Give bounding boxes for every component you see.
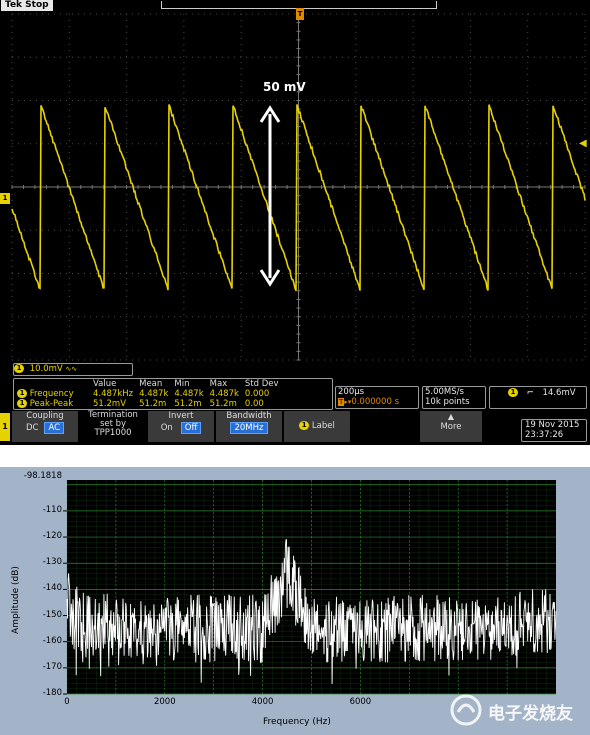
meas-header-value: Value bbox=[90, 380, 136, 389]
fft-y-tick-label: -160 bbox=[2, 636, 62, 646]
meas-min: 51.2m bbox=[171, 399, 206, 409]
measurement-row: 1 Frequency 4.487kHz 4.487k 4.487k 4.487… bbox=[14, 389, 282, 399]
channel-1-badge: 1 bbox=[14, 364, 24, 373]
fft-y-tick-label: -170 bbox=[2, 662, 62, 672]
meas-header-stddev: Std Dev bbox=[242, 380, 282, 389]
termination-line-3: TPP1000 bbox=[80, 429, 146, 438]
more-label: More bbox=[420, 422, 482, 433]
channel-1-badge: 1 bbox=[299, 421, 309, 430]
meas-value: 51.2mV bbox=[90, 399, 136, 409]
date: 19 Nov 2015 bbox=[525, 420, 586, 430]
measurement-row: 1 Peak-Peak 51.2mV 51.2m 51.2m 51.2m 0.0… bbox=[14, 399, 282, 409]
meas-header-min: Min bbox=[171, 380, 206, 389]
meas-header-max: Max bbox=[207, 380, 242, 389]
coupling-softkey[interactable]: Coupling DC AC bbox=[12, 411, 78, 442]
coupling-ac[interactable]: AC bbox=[44, 422, 64, 434]
meas-mean: 4.487k bbox=[136, 389, 171, 399]
date-time-readout: 19 Nov 2015 23:37:26 bbox=[521, 419, 587, 442]
fft-y-tick-label: -180 bbox=[2, 688, 62, 698]
measurement-panel[interactable]: Value Mean Min Max Std Dev 1 Frequency 4… bbox=[13, 378, 333, 410]
bandwidth-value[interactable]: 20MHz bbox=[230, 422, 267, 434]
coupling-title: Coupling bbox=[12, 411, 78, 422]
channel-1-badge: 1 bbox=[17, 389, 27, 398]
coupling-dc[interactable]: DC bbox=[26, 423, 38, 433]
bandwidth-title: Bandwidth bbox=[216, 411, 282, 422]
fft-y-tick-label: -110 bbox=[2, 505, 62, 515]
invert-off[interactable]: Off bbox=[181, 422, 202, 434]
bandwidth-softkey[interactable]: Bandwidth 20MHz bbox=[216, 411, 282, 442]
meas-mean: 51.2m bbox=[136, 399, 171, 409]
acquisition-status: Tek Stop bbox=[1, 0, 53, 11]
meas-value: 4.487kHz bbox=[90, 389, 136, 399]
timebase-value: 200µs bbox=[338, 387, 418, 397]
sample-rate: 5.00MS/s bbox=[425, 387, 485, 397]
fft-x-tick-label: 0 bbox=[64, 697, 69, 707]
invert-on[interactable]: On bbox=[161, 423, 173, 433]
peak-to-peak-annotation: 50 mV bbox=[263, 80, 306, 94]
invert-softkey[interactable]: Invert On Off bbox=[148, 411, 214, 442]
fft-y-tick-label: -120 bbox=[2, 531, 62, 541]
fft-x-tick-label: 2000 bbox=[154, 697, 176, 707]
meas-std: 0.000 bbox=[242, 389, 282, 399]
meas-std: 0.00 bbox=[242, 399, 282, 409]
channel-scale-value: 10.0mV bbox=[30, 364, 63, 374]
channel-1-ground-marker[interactable]: 1 bbox=[0, 193, 10, 204]
channel-1-badge: 1 bbox=[508, 388, 518, 397]
ac-coupling-icon: ∿∿ bbox=[65, 365, 77, 373]
trigger-level-arrow[interactable]: ◀ bbox=[579, 138, 587, 149]
oscilloscope-screen: Tek Stop T 1 ◀ 50 mV 1 10.0mV ∿∿ Value M… bbox=[0, 0, 590, 445]
meas-max: 4.487k bbox=[207, 389, 242, 399]
watermark-text: 电子发烧友 bbox=[488, 699, 573, 724]
trigger-position-value: 0.000000 s bbox=[351, 397, 399, 407]
fft-y-top-label[interactable]: -98.1818 bbox=[2, 471, 62, 481]
fft-y-tick-label: -140 bbox=[2, 583, 62, 593]
more-up-icon: ▲ bbox=[420, 411, 482, 422]
trigger-level: 14.6mV bbox=[543, 388, 576, 398]
fft-x-axis-label: Frequency (Hz) bbox=[263, 717, 331, 727]
meas-name: Peak-Peak bbox=[30, 399, 73, 409]
watermark-logo: 电子发烧友 bbox=[448, 690, 588, 730]
trigger-position-marker[interactable]: T bbox=[296, 8, 304, 20]
fft-y-tick-label: -130 bbox=[2, 557, 62, 567]
channel-1-menu-tab[interactable]: 1 bbox=[0, 413, 10, 441]
meas-max: 51.2m bbox=[207, 399, 242, 409]
record-length: 10k points bbox=[425, 397, 485, 407]
fft-y-tick-label: -150 bbox=[2, 610, 62, 620]
meas-name: Frequency bbox=[30, 389, 74, 399]
meas-min: 4.487k bbox=[171, 389, 206, 399]
more-softkey[interactable]: ▲ More bbox=[420, 411, 482, 442]
acquisition-readout[interactable]: 5.00MS/s 10k points bbox=[422, 386, 486, 409]
meas-header-mean: Mean bbox=[136, 380, 171, 389]
rising-edge-icon: ⌐ bbox=[527, 388, 534, 398]
label-softkey[interactable]: 1 Label bbox=[284, 411, 350, 442]
time: 23:37:26 bbox=[525, 430, 586, 440]
channel-1-badge: 1 bbox=[17, 399, 27, 408]
label-text: Label bbox=[312, 421, 335, 431]
invert-title: Invert bbox=[148, 411, 214, 422]
fft-x-tick-label: 4000 bbox=[252, 697, 274, 707]
termination-softkey[interactable]: Termination set by TPP1000 bbox=[80, 411, 146, 442]
fft-x-tick-label: 6000 bbox=[350, 697, 372, 707]
timebase-readout[interactable]: 200µs T▸▾0.000000 s bbox=[335, 386, 419, 409]
trigger-readout[interactable]: 1 ⌐ 14.6mV bbox=[489, 386, 587, 409]
channel-scale-readout[interactable]: 1 10.0mV ∿∿ bbox=[13, 363, 133, 376]
